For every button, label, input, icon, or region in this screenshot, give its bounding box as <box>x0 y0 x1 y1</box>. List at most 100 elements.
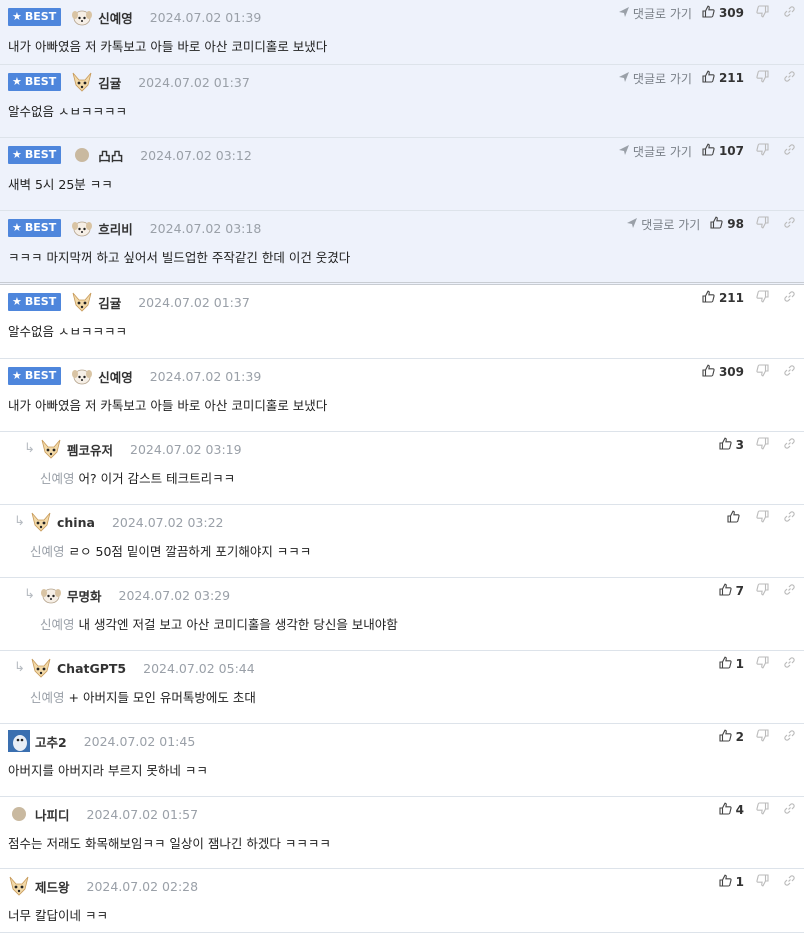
author-nickname[interactable]: 흐리비 <box>98 219 133 238</box>
goto-comment-link[interactable]: 댓글로 가기 <box>618 70 692 87</box>
comment-text: 내 생각엔 저걸 보고 아산 코미디홀을 생각한 당신을 보내야함 <box>78 617 398 632</box>
penguin-icon[interactable] <box>8 730 30 752</box>
dog-white-icon[interactable] <box>71 6 93 28</box>
dislike-button[interactable] <box>756 70 769 86</box>
like-button[interactable]: 98 <box>710 216 744 232</box>
dislike-button[interactable] <box>756 510 769 526</box>
author-nickname[interactable]: 제드왕 <box>35 877 70 896</box>
author-nickname[interactable]: 무명화 <box>67 586 102 605</box>
like-button[interactable]: 309 <box>702 364 744 380</box>
like-count: 309 <box>718 365 744 379</box>
fox-icon[interactable] <box>71 291 93 313</box>
goto-comment-link[interactable]: 댓글로 가기 <box>618 5 692 22</box>
copy-link-button[interactable] <box>783 802 796 818</box>
dog-white-icon[interactable] <box>71 217 93 239</box>
reply-target[interactable]: 신예영 <box>40 471 75 486</box>
dislike-button[interactable] <box>756 583 769 599</box>
author-nickname[interactable]: 凸凸 <box>98 146 123 165</box>
dislike-button[interactable] <box>756 5 769 21</box>
author-nickname[interactable]: 김귤 <box>98 293 121 312</box>
like-button[interactable]: 211 <box>702 290 744 306</box>
comment-body: 너무 칼답이네 ㅋㅋ <box>8 905 108 924</box>
like-button[interactable]: 4 <box>719 802 744 818</box>
comment-text: 알수없음 ㅅㅂㅋㅋㅋㅋ <box>8 104 127 119</box>
link-icon <box>783 290 796 306</box>
like-button[interactable]: 309 <box>702 5 744 21</box>
copy-link-button[interactable] <box>783 583 796 599</box>
dislike-button[interactable] <box>756 874 769 890</box>
fox-icon[interactable] <box>30 657 52 679</box>
author-nickname[interactable]: 신예영 <box>98 8 133 27</box>
navigate-arrow-icon <box>627 217 641 231</box>
author-nickname[interactable]: china <box>57 515 95 530</box>
reply-target[interactable]: 신예영 <box>30 544 65 559</box>
like-button[interactable]: 1 <box>719 874 744 890</box>
fox-icon[interactable] <box>8 875 30 897</box>
circle-icon[interactable] <box>8 803 30 825</box>
fox-icon[interactable] <box>40 438 62 460</box>
author-nickname[interactable]: ChatGPT5 <box>57 661 126 676</box>
dislike-button[interactable] <box>756 216 769 232</box>
dislike-button[interactable] <box>756 802 769 818</box>
comment-actions: 309 <box>702 363 796 381</box>
comment-text: 알수없음 ㅅㅂㅋㅋㅋㅋ <box>8 324 127 339</box>
circle-icon[interactable] <box>71 144 93 166</box>
thumbs-down-icon <box>756 874 769 890</box>
copy-link-button[interactable] <box>783 364 796 380</box>
author-nickname[interactable]: 신예영 <box>98 367 133 386</box>
dog-white-icon[interactable] <box>71 365 93 387</box>
best-comment: ★ BEST 신예영 2024.07.02 01:39 내가 아빠였음 저 카톡보고 아… <box>0 359 804 432</box>
goto-label: 댓글로 가기 <box>632 6 692 21</box>
copy-link-button[interactable] <box>783 216 796 232</box>
dislike-button[interactable] <box>756 437 769 453</box>
goto-comment-link[interactable]: 댓글로 가기 <box>618 143 692 160</box>
like-button[interactable]: 211 <box>702 70 744 86</box>
thumbs-up-icon <box>719 656 736 672</box>
like-button[interactable] <box>727 510 744 526</box>
dislike-button[interactable] <box>756 290 769 306</box>
like-button[interactable]: 1 <box>719 656 744 672</box>
goto-comment-link[interactable]: 댓글로 가기 <box>627 216 700 233</box>
comment-body: 알수없음 ㅅㅂㅋㅋㅋㅋ <box>8 101 127 120</box>
comment-meta: 고추2 2024.07.02 01:45 <box>8 730 195 752</box>
comment-text: 너무 칼답이네 ㅋㅋ <box>8 908 108 923</box>
copy-link-button[interactable] <box>783 510 796 526</box>
goto-label: 댓글로 가기 <box>632 144 692 159</box>
thumbs-down-icon <box>756 5 769 21</box>
comment-text: 내가 아빠였음 저 카톡보고 아들 바로 아산 코미디홀로 보냈다 <box>8 398 328 413</box>
copy-link-button[interactable] <box>783 729 796 745</box>
fox-icon[interactable] <box>71 71 93 93</box>
dislike-button[interactable] <box>756 143 769 159</box>
copy-link-button[interactable] <box>783 290 796 306</box>
comment-date: 2024.07.02 01:57 <box>86 806 199 822</box>
author-nickname[interactable]: 나피디 <box>35 805 70 824</box>
comment-meta: 펨코유저 2024.07.02 03:19 <box>40 439 242 459</box>
thumbs-up-icon <box>702 364 719 380</box>
dislike-button[interactable] <box>756 656 769 672</box>
copy-link-button[interactable] <box>783 143 796 159</box>
like-button[interactable]: 7 <box>719 583 744 599</box>
copy-link-button[interactable] <box>783 5 796 21</box>
fox-icon[interactable] <box>30 511 52 533</box>
thumbs-up-icon <box>719 437 736 453</box>
like-button[interactable]: 2 <box>719 729 744 745</box>
best-badge: ★ BEST <box>8 146 62 164</box>
copy-link-button[interactable] <box>783 437 796 453</box>
reply-target[interactable]: 신예영 <box>40 617 75 632</box>
copy-link-button[interactable] <box>783 70 796 86</box>
author-nickname[interactable]: 김귤 <box>98 73 121 92</box>
author-nickname[interactable]: 펨코유저 <box>67 440 113 459</box>
dislike-button[interactable] <box>756 364 769 380</box>
copy-link-button[interactable] <box>783 874 796 890</box>
dislike-button[interactable] <box>756 729 769 745</box>
dog-white-icon[interactable] <box>40 584 62 606</box>
link-icon <box>783 437 796 453</box>
author-nickname[interactable]: 고추2 <box>35 732 67 751</box>
like-button[interactable]: 107 <box>702 143 744 159</box>
comment-actions: 댓글로 가기 98 <box>627 215 796 233</box>
like-button[interactable]: 3 <box>719 437 744 453</box>
copy-link-button[interactable] <box>783 656 796 672</box>
reply-target[interactable]: 신예영 <box>30 690 65 705</box>
best-comment: ★ BEST 흐리비 2024.07.02 03:18 ㅋㅋㅋ 마지막꺼 하고 싶어서 … <box>0 211 804 285</box>
comment-meta: ★ BEST 凸凸 2024.07.02 03:12 <box>8 145 252 165</box>
